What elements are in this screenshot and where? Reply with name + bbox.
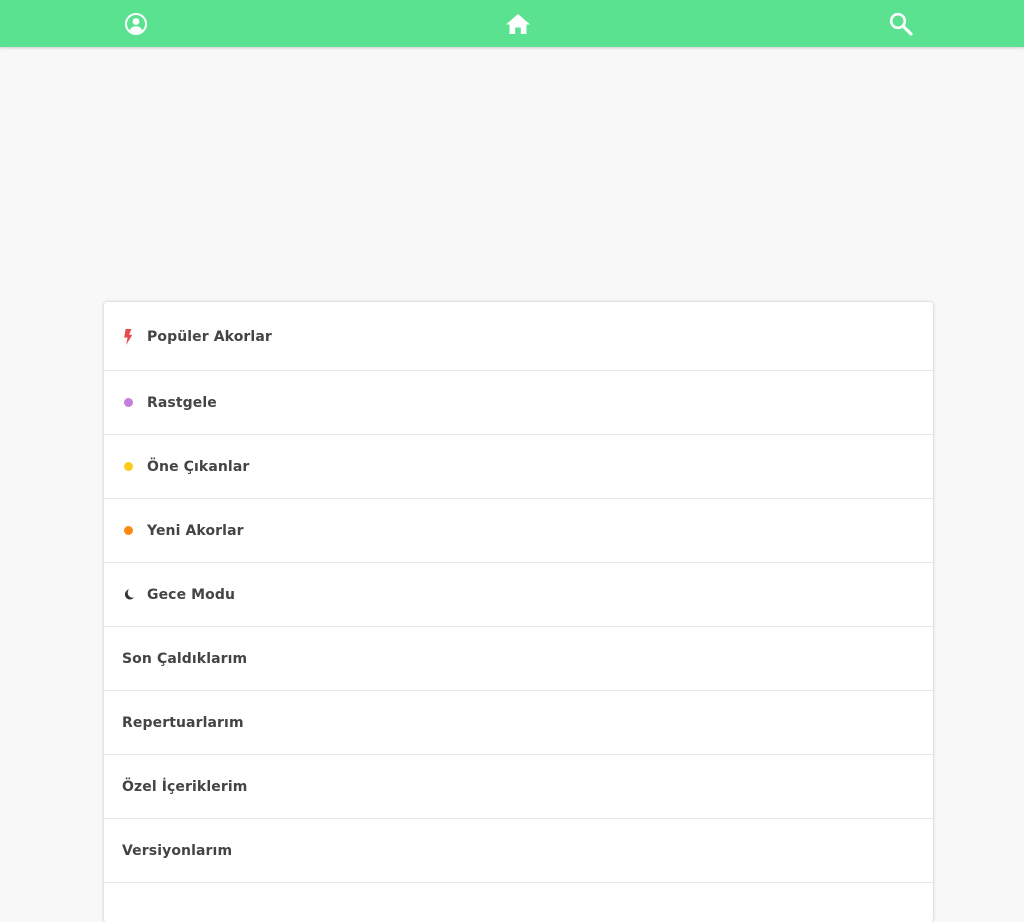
- menu-item-night-mode[interactable]: Gece Modu: [104, 563, 933, 627]
- menu-item-private-content[interactable]: Özel İçeriklerim: [104, 755, 933, 819]
- search-button[interactable]: [877, 0, 925, 47]
- moon-icon: [122, 588, 134, 602]
- menu-item-label: Özel İçeriklerim: [122, 778, 248, 795]
- home-icon: [506, 13, 530, 34]
- menu-item-label: Yeni Akorlar: [147, 522, 244, 539]
- menu-item-label: Öne Çıkanlar: [147, 458, 250, 475]
- menu-item-recently-played[interactable]: Son Çaldıklarım: [104, 627, 933, 691]
- menu-item-label: Gece Modu: [147, 586, 236, 603]
- menu-item-repertoires[interactable]: Repertuarlarım: [104, 691, 933, 755]
- menu-item-random[interactable]: Rastgele: [104, 371, 933, 435]
- user-circle-icon: [125, 12, 147, 35]
- yellow-dot-icon: [123, 462, 133, 471]
- menu-item-label: Son Çaldıklarım: [122, 650, 248, 667]
- orange-dot-icon: [123, 526, 133, 535]
- menu-item-new-chords[interactable]: Yeni Akorlar: [104, 499, 933, 563]
- main-menu-card: Popüler Akorlar Rastgele Öne Çıkanlar Ye…: [104, 302, 933, 922]
- menu-item-popular-chords[interactable]: Popüler Akorlar: [104, 302, 933, 371]
- menu-item-label: Popüler Akorlar: [147, 329, 272, 345]
- menu-item-featured[interactable]: Öne Çıkanlar: [104, 435, 933, 499]
- search-icon: [889, 12, 913, 36]
- lightning-icon: [122, 329, 134, 345]
- menu-item-label: Versiyonlarım: [122, 842, 233, 859]
- home-button[interactable]: [494, 0, 542, 47]
- menu-item-label: Rastgele: [147, 394, 217, 411]
- menu-item-label: Repertuarlarım: [122, 714, 244, 731]
- profile-button[interactable]: [112, 0, 160, 47]
- purple-dot-icon: [123, 398, 133, 407]
- menu-item-versions[interactable]: Versiyonlarım: [104, 819, 933, 883]
- top-navigation-bar: [0, 0, 1024, 47]
